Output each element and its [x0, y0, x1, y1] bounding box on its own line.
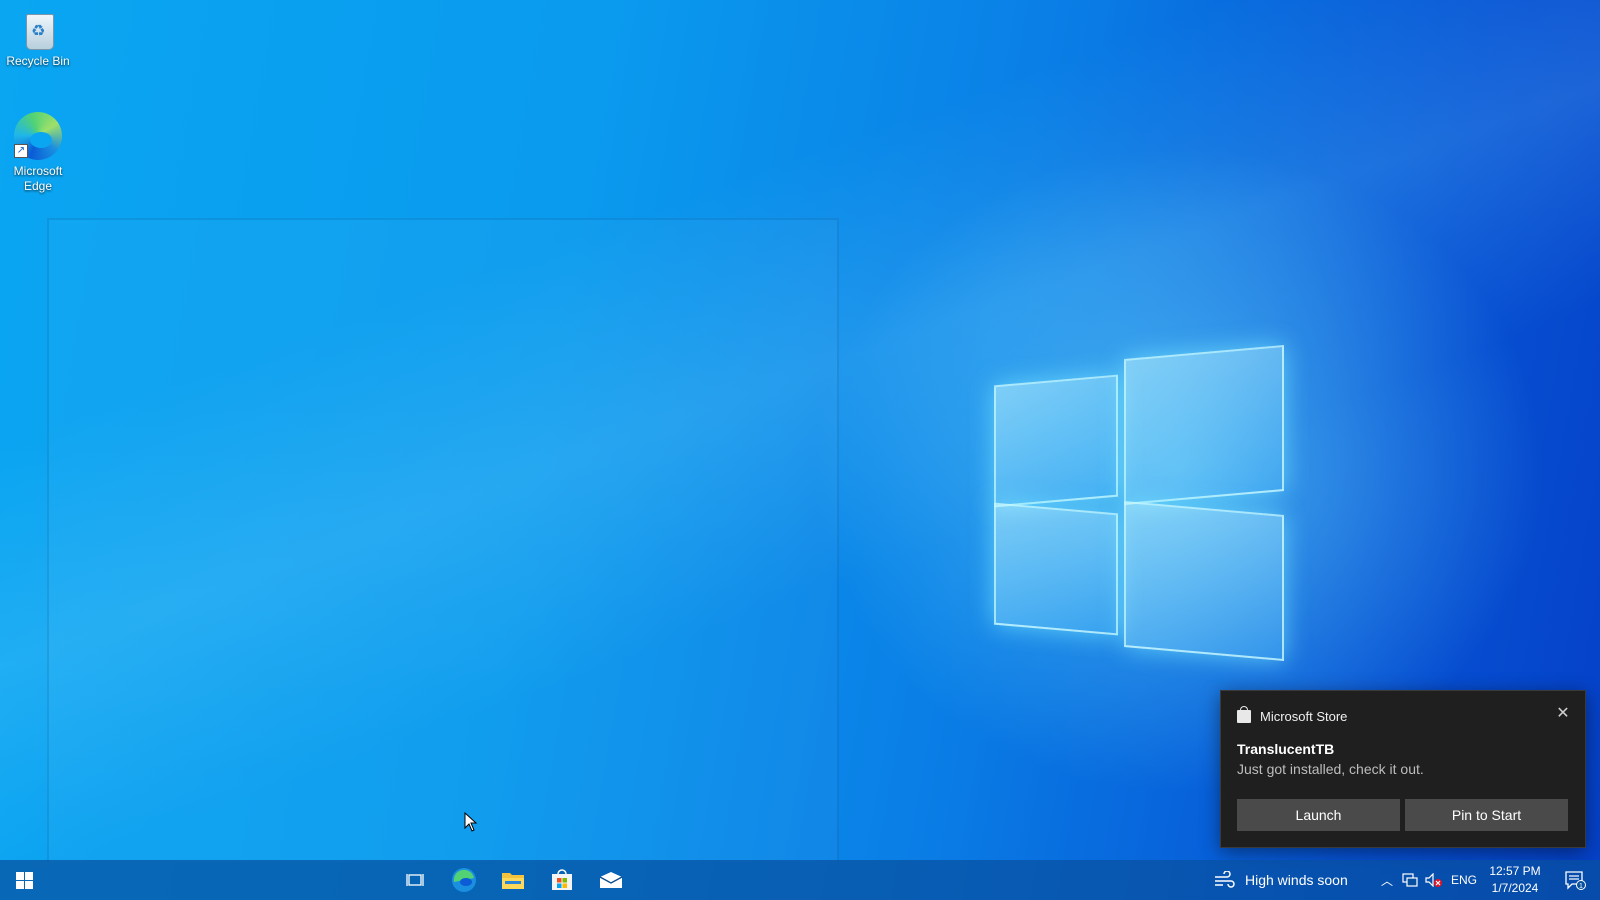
- windows-logo-wallpaper: [994, 345, 1284, 661]
- edge-icon: [452, 868, 476, 892]
- action-center-button[interactable]: 1: [1555, 860, 1595, 900]
- taskbar-edge-button[interactable]: [440, 860, 488, 900]
- input-language-button[interactable]: ENG: [1450, 860, 1478, 900]
- pin-to-start-button[interactable]: Pin to Start: [1405, 799, 1568, 831]
- notification-count: 1: [1579, 883, 1583, 890]
- window-outline: [47, 218, 839, 862]
- toast-title: TranslucentTB: [1237, 741, 1335, 757]
- wind-weather-icon: [1215, 871, 1235, 888]
- task-view-button[interactable]: [391, 860, 439, 900]
- desktop-icon-label: Recycle Bin: [6, 54, 70, 68]
- microsoft-store-icon: [552, 869, 572, 890]
- taskbar: High winds soon ︿ ENG 12:57 PM 1/7/2024 …: [0, 860, 1600, 900]
- start-icon: [15, 871, 33, 889]
- desktop-icon-label: Microsoft Edge: [13, 164, 63, 193]
- mouse-cursor-icon: [464, 812, 478, 832]
- start-button[interactable]: [0, 860, 48, 900]
- clock-time: 12:57 PM: [1489, 864, 1541, 878]
- chevron-up-icon: ︿: [1380, 873, 1393, 888]
- volume-button[interactable]: [1422, 860, 1446, 900]
- recycle-bin-icon: [18, 8, 58, 52]
- file-explorer-icon: [502, 873, 524, 889]
- desktop-icon-recycle-bin[interactable]: Recycle Bin: [0, 8, 76, 69]
- weather-text: High winds soon: [1245, 872, 1348, 888]
- taskbar-file-explorer-button[interactable]: [489, 860, 537, 900]
- microsoft-store-icon: [1237, 705, 1251, 723]
- network-button[interactable]: [1398, 860, 1422, 900]
- mail-icon: [599, 872, 623, 888]
- toast-header: Microsoft Store: [1237, 705, 1348, 725]
- edge-icon: ↗: [12, 110, 64, 162]
- desktop-icon-microsoft-edge[interactable]: ↗ Microsoft Edge: [0, 110, 76, 194]
- notification-icon: 1: [1565, 871, 1586, 890]
- clock-button[interactable]: 12:57 PM 1/7/2024: [1484, 860, 1546, 900]
- close-icon[interactable]: ✕: [1551, 701, 1575, 725]
- toast-body: Just got installed, check it out.: [1237, 761, 1424, 777]
- show-hidden-icons-button[interactable]: ︿: [1376, 860, 1398, 900]
- task-view-icon: [406, 874, 424, 886]
- launch-button[interactable]: Launch: [1237, 799, 1400, 831]
- network-icon: [1402, 873, 1418, 887]
- toast-app-name: Microsoft Store: [1260, 708, 1348, 724]
- volume-muted-icon: [1425, 873, 1442, 887]
- clock-date: 1/7/2024: [1491, 881, 1539, 895]
- weather-widget[interactable]: High winds soon: [1213, 860, 1363, 900]
- taskbar-mail-button[interactable]: [587, 860, 635, 900]
- toast-notification[interactable]: Microsoft Store ✕ TranslucentTB Just got…: [1220, 690, 1586, 848]
- taskbar-store-button[interactable]: [538, 860, 586, 900]
